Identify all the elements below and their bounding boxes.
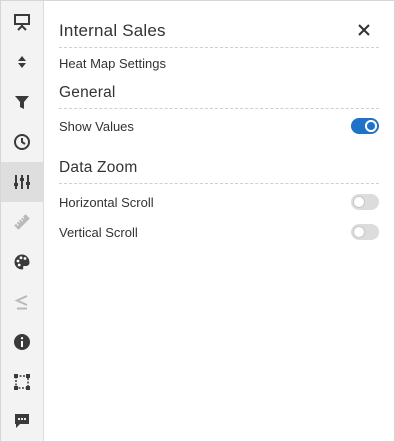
panel-subtitle: Heat Map Settings bbox=[59, 56, 166, 71]
sidebar-item-filter[interactable] bbox=[1, 82, 43, 122]
vertical-scroll-toggle[interactable] bbox=[351, 224, 379, 240]
section-heading: General bbox=[59, 84, 116, 101]
panel-header: Internal Sales bbox=[59, 19, 379, 48]
comment-icon bbox=[15, 414, 29, 428]
close-icon[interactable] bbox=[357, 23, 371, 37]
sidebar-rail bbox=[1, 1, 44, 441]
sidebar-item-selection[interactable] bbox=[1, 362, 43, 402]
sidebar-item-sort[interactable] bbox=[1, 42, 43, 82]
sliders-icon bbox=[14, 175, 30, 189]
toggle-knob bbox=[353, 196, 365, 208]
section-heading: Data Zoom bbox=[59, 159, 138, 176]
setting-vertical-scroll: Vertical Scroll bbox=[59, 223, 379, 243]
toggle-knob bbox=[353, 226, 365, 238]
section-data-zoom: Data Zoom bbox=[59, 159, 379, 184]
setting-label: Show Values bbox=[59, 119, 134, 134]
panel-title: Internal Sales bbox=[59, 21, 166, 40]
setting-label: Horizontal Scroll bbox=[59, 195, 154, 210]
show-values-toggle[interactable] bbox=[351, 118, 379, 134]
sidebar-item-ruler bbox=[1, 202, 43, 242]
setting-label: Vertical Scroll bbox=[59, 225, 138, 240]
sidebar-item-clock[interactable] bbox=[1, 122, 43, 162]
sidebar-item-info[interactable] bbox=[1, 322, 43, 362]
ruler-icon bbox=[14, 214, 30, 230]
toggle-knob bbox=[365, 120, 377, 132]
sidebar-item-comment[interactable] bbox=[1, 401, 43, 441]
selection-icon bbox=[14, 374, 30, 390]
sidebar-item-conditions bbox=[1, 282, 43, 322]
sort-icon bbox=[18, 56, 26, 68]
sidebar-item-settings[interactable] bbox=[1, 162, 43, 202]
presentation-icon bbox=[14, 14, 30, 31]
horizontal-scroll-toggle[interactable] bbox=[351, 194, 379, 210]
setting-show-values: Show Values bbox=[59, 117, 379, 137]
filter-icon bbox=[15, 96, 29, 109]
settings-window: Internal Sales Heat Map Settings General… bbox=[0, 0, 395, 442]
setting-horizontal-scroll: Horizontal Scroll bbox=[59, 193, 379, 213]
clock-icon bbox=[14, 134, 30, 150]
less-equal-icon bbox=[14, 295, 28, 310]
palette-icon bbox=[14, 254, 30, 270]
sidebar-item-palette[interactable] bbox=[1, 242, 43, 282]
info-icon bbox=[14, 334, 30, 350]
sidebar-item-presentation[interactable] bbox=[1, 2, 43, 42]
section-general: General bbox=[59, 84, 379, 109]
